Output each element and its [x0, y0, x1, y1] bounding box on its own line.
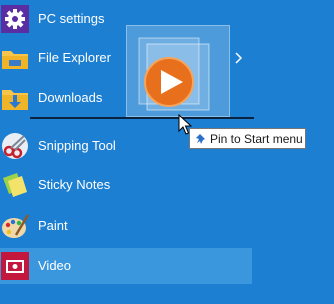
sticky-notes-icon: [0, 170, 30, 200]
menu-item-label: Video: [38, 258, 72, 273]
paint-palette-icon: [0, 211, 30, 241]
menu-item-label: Downloads: [38, 90, 103, 105]
dragged-tile[interactable]: [126, 25, 230, 117]
tooltip-text: Pin to Start menu: [210, 132, 303, 146]
chevron-right-icon[interactable]: [234, 50, 244, 66]
mouse-cursor-icon: [178, 114, 193, 135]
menu-item-label: Sticky Notes: [38, 177, 111, 192]
menu-item-paint[interactable]: Paint: [0, 208, 252, 244]
menu-item-video[interactable]: Video: [0, 248, 252, 284]
gear-icon: [0, 4, 30, 34]
menu-item-label: File Explorer: [38, 50, 111, 65]
menu-item-sticky-notes[interactable]: Sticky Notes: [0, 167, 252, 203]
video-play-icon: [138, 37, 210, 111]
menu-item-label: Paint: [38, 218, 68, 233]
menu-item-label: Snipping Tool: [38, 138, 116, 153]
folder-icon: [0, 43, 30, 73]
pin-tooltip: Pin to Start menu: [189, 128, 306, 149]
pin-icon: [196, 134, 205, 144]
start-menu-panel: PC settings File Explorer Downloads Snip…: [0, 0, 334, 304]
menu-item-label: PC settings: [38, 11, 105, 26]
downloads-folder-icon: [0, 83, 30, 113]
scissors-icon: [0, 131, 30, 161]
video-icon: [0, 251, 30, 281]
